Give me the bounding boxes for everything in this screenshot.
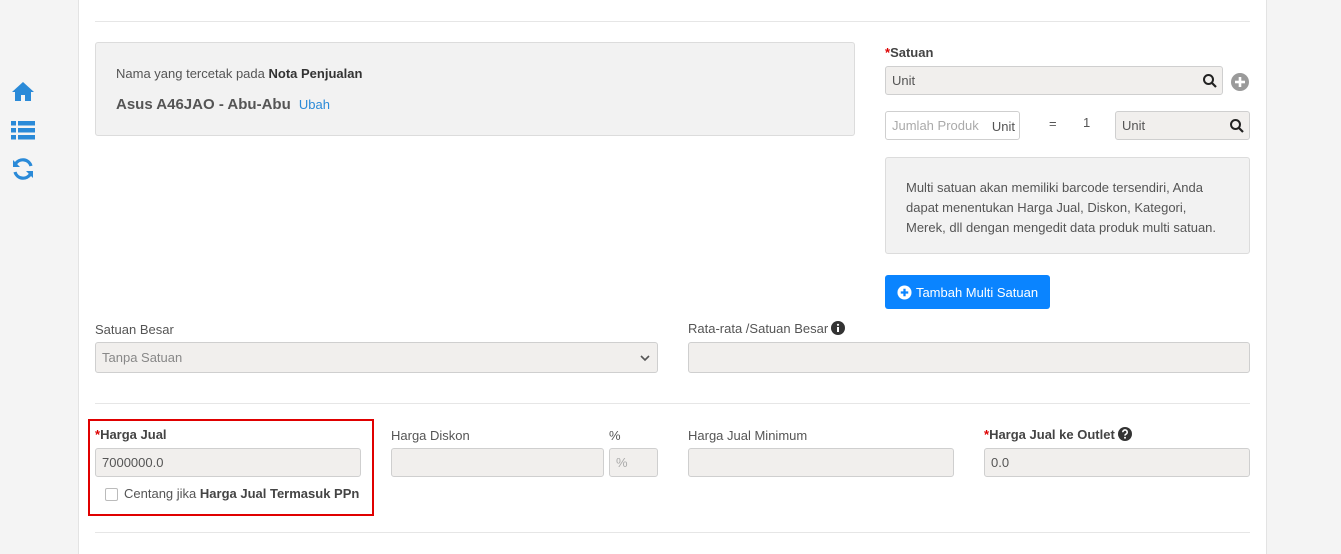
plus-circle-icon [897, 284, 912, 300]
divider [95, 532, 1250, 533]
harga-jual-outlet-input[interactable]: 0.0 [984, 448, 1250, 477]
base-unit-input[interactable]: Unit [1115, 111, 1250, 140]
search-icon[interactable] [1229, 118, 1245, 134]
plus-circle-icon[interactable] [1231, 73, 1249, 91]
product-name: Asus A46JAO - Abu-Abu Ubah [116, 96, 330, 113]
diskon-percent-input[interactable]: % [609, 448, 658, 477]
equals-sign: = [1049, 116, 1057, 131]
satuan-label: *Satuan [885, 45, 933, 60]
harga-diskon-input[interactable] [391, 448, 604, 477]
harga-jual-outlet-label-text: Harga Jual ke Outlet [989, 427, 1115, 442]
harga-jual-label-text: Harga Jual [100, 427, 167, 442]
jumlah-produk-input[interactable]: Jumlah Produk Unit [885, 111, 1020, 140]
ppn-checkbox[interactable] [105, 488, 118, 501]
rata-rata-input[interactable] [688, 342, 1250, 373]
refresh-icon[interactable] [10, 156, 36, 182]
search-icon[interactable] [1202, 73, 1218, 89]
harga-jual-label: *Harga Jual [95, 427, 167, 442]
multi-satuan-info: Multi satuan akan memiliki barcode terse… [885, 157, 1250, 254]
harga-jual-input[interactable]: 7000000.0 [95, 448, 361, 477]
base-unit-value: Unit [1122, 118, 1146, 133]
sidebar [0, 0, 46, 554]
print-name-prefix-bold: Nota Penjualan [268, 66, 363, 81]
product-name-text: Asus A46JAO - Abu-Abu [116, 96, 291, 113]
jumlah-produk-placeholder: Jumlah Produk [892, 118, 979, 133]
satuan-besar-label: Satuan Besar [95, 322, 174, 337]
jumlah-produk-unit: Unit [991, 119, 1015, 134]
base-quantity: 1 [1083, 115, 1091, 130]
satuan-besar-selected: Tanpa Satuan [102, 350, 183, 365]
satuan-label-text: Satuan [890, 45, 934, 60]
home-icon[interactable] [10, 79, 36, 105]
harga-jual-minimum-label: Harga Jual Minimum [688, 428, 808, 443]
chevron-down-icon [639, 352, 651, 364]
print-name-caption: Nama yang tercetak pada Nota Penjualan [116, 66, 362, 81]
add-multi-satuan-button[interactable]: Tambah Multi Satuan [885, 275, 1050, 309]
divider [95, 403, 1250, 404]
rata-rata-label: Rata-rata /Satuan Besar [688, 321, 846, 336]
help-icon[interactable] [1117, 427, 1132, 441]
info-icon[interactable] [831, 321, 846, 335]
ppn-checkbox-label: Centang jika Harga Jual Termasuk PPn [124, 486, 359, 501]
diskon-percent-label: % [609, 428, 621, 443]
satuan-value: Unit [892, 73, 916, 88]
harga-jual-minimum-input[interactable] [688, 448, 954, 477]
satuan-input[interactable]: Unit [885, 66, 1223, 95]
satuan-besar-select[interactable]: Tanpa Satuan [95, 342, 658, 373]
harga-jual-outlet-label: *Harga Jual ke Outlet [984, 427, 1132, 442]
diskon-percent-placeholder: % [616, 455, 628, 470]
print-name-box: Nama yang tercetak pada Nota Penjualan A… [95, 42, 855, 136]
rata-rata-label-text: Rata-rata /Satuan Besar [688, 321, 829, 336]
edit-name-link[interactable]: Ubah [299, 97, 330, 112]
ppn-checkbox-prefix: Centang jika [124, 486, 200, 501]
list-icon[interactable] [10, 117, 36, 143]
print-name-prefix: Nama yang tercetak pada [116, 66, 269, 81]
ppn-checkbox-bold: Harga Jual Termasuk PPn [199, 486, 360, 501]
divider [95, 21, 1250, 22]
add-multi-satuan-label: Tambah Multi Satuan [915, 284, 1039, 300]
harga-diskon-label: Harga Diskon [391, 428, 470, 443]
